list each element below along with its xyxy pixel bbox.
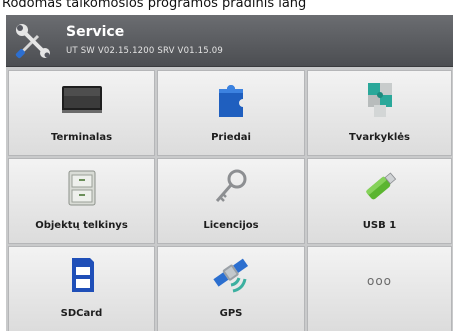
object-pool-label: Objektų telkinys <box>35 220 128 231</box>
usb-tile[interactable]: USB 1 <box>307 158 452 244</box>
drivers-label: Tvarkyklės <box>348 132 410 143</box>
more-tile[interactable]: ooo <box>307 246 452 331</box>
usb-label: USB 1 <box>362 220 397 231</box>
terminal-label: Terminalas <box>50 132 113 143</box>
version-text: UT SW V02.15.1200 SRV V01.15.09 <box>66 46 224 56</box>
puzzle-piece-icon <box>219 85 243 117</box>
terminal-icon <box>61 86 102 113</box>
sdcard-label: SDCard <box>60 308 103 319</box>
more-icon: ooo <box>366 274 393 288</box>
key-icon <box>215 169 247 202</box>
usb-stick-icon <box>365 172 396 200</box>
app-grid: Terminalas Priedai Tvarkyklės Objektų te… <box>8 70 452 331</box>
caption-text: Rodomas taikomosios programos pradinis l… <box>2 0 307 11</box>
gps-tile[interactable]: GPS <box>157 246 305 331</box>
addons-tile[interactable]: Priedai <box>157 70 305 156</box>
drivers-icon <box>367 83 392 117</box>
sd-card-icon <box>71 258 94 292</box>
licenses-label: Licencijos <box>203 220 259 231</box>
page: Rodomas taikomosios programos pradinis l… <box>0 0 453 331</box>
satellite-icon <box>213 258 249 293</box>
app-header: Service UT SW V02.15.1200 SRV V01.15.09 <box>6 15 453 67</box>
service-screen: Service UT SW V02.15.1200 SRV V01.15.09 … <box>6 15 453 331</box>
sdcard-tile[interactable]: SDCard <box>8 246 155 331</box>
licenses-tile[interactable]: Licencijos <box>157 158 305 244</box>
drivers-tile[interactable]: Tvarkyklės <box>307 70 452 156</box>
addons-label: Priedai <box>211 132 251 143</box>
app-title: Service <box>66 24 125 40</box>
terminal-tile[interactable]: Terminalas <box>8 70 155 156</box>
object-pool-tile[interactable]: Objektų telkinys <box>8 158 155 244</box>
file-cabinet-icon <box>68 170 95 206</box>
tools-icon <box>15 24 50 59</box>
gps-label: GPS <box>219 308 243 319</box>
